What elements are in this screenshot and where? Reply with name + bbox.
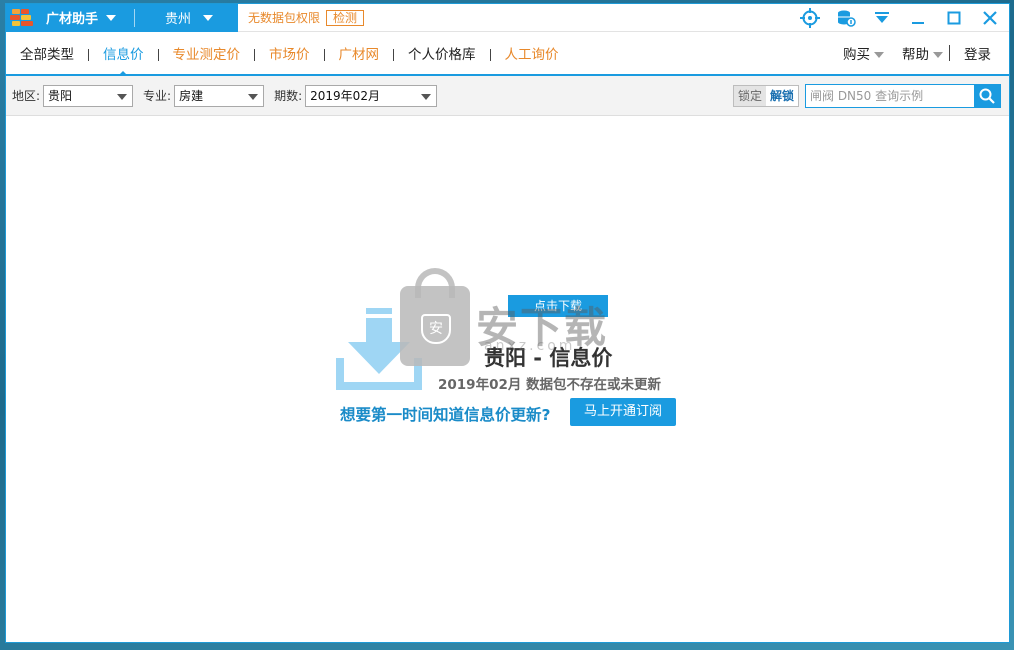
buy-menu[interactable]: 购买 (843, 43, 884, 63)
app-menu[interactable]: 广材助手 贵州 (6, 4, 238, 32)
content-area: 安 点击下载 安下载 贵阳 - 信息价 anxz.com 2019年02月 数据… (6, 118, 1009, 642)
nav-actions: 购买 帮助 登录 (843, 32, 991, 74)
help-label: 帮助 (902, 47, 929, 63)
minimize-icon[interactable] (907, 7, 929, 29)
period-filter-label: 期数: (274, 89, 303, 103)
tab-professional-price[interactable]: 专业测定价 (173, 43, 241, 63)
permission-status: 无数据包权限 (248, 11, 321, 25)
divider (949, 45, 950, 61)
period-select[interactable]: 2019年02月 (305, 84, 438, 107)
search-icon (979, 88, 995, 104)
chevron-down-icon (933, 52, 943, 58)
watermark-subtext: anxz.com (484, 338, 576, 354)
chevron-down-icon (106, 14, 117, 21)
region-select[interactable]: 贵阳 (43, 84, 134, 107)
subscribe-button[interactable]: 马上开通订阅 (570, 398, 676, 426)
region-filter-label: 地区: (12, 89, 41, 103)
title-bar: 广材助手 贵州 无数据包权限 检测 (6, 4, 1009, 32)
region-label: 贵州 (165, 12, 192, 27)
tab-personal-price-lib[interactable]: 个人价格库 (408, 43, 476, 63)
database-icon[interactable] (835, 7, 857, 29)
region-select-value: 贵阳 (48, 89, 73, 103)
major-select-value: 房建 (179, 89, 204, 103)
major-select[interactable]: 房建 (174, 84, 265, 107)
filter-bar: 地区: 贵阳 专业: 房建 期数: 2019年02月 锁定 解锁 (6, 76, 1009, 116)
unlock-button[interactable]: 解锁 (765, 86, 798, 106)
tab-market-price[interactable]: 市场价 (269, 43, 310, 63)
help-menu[interactable]: 帮助 (902, 43, 943, 63)
login-button[interactable]: 登录 (964, 43, 991, 63)
search-input[interactable] (806, 85, 974, 107)
chevron-down-icon (421, 93, 432, 100)
divider (323, 49, 325, 61)
app-logo-icon (10, 7, 36, 29)
chevron-down-icon (874, 52, 884, 58)
subscribe-prompt: 想要第一时间知道信息价更新? (340, 406, 551, 424)
divider (88, 49, 89, 61)
lock-toggle-group: 锁定 解锁 (732, 85, 799, 107)
buy-label: 购买 (843, 47, 870, 63)
divider (254, 49, 255, 61)
divider (157, 49, 159, 61)
lock-button[interactable]: 锁定 (733, 86, 766, 106)
tab-manual-inquiry[interactable]: 人工询价 (505, 43, 559, 63)
chevron-down-icon (248, 93, 259, 100)
maximize-icon[interactable] (943, 7, 965, 29)
window-controls (799, 4, 1001, 32)
search-button[interactable] (974, 85, 1000, 107)
dropdown-menu-icon[interactable] (871, 7, 893, 29)
divider (134, 8, 136, 27)
status-message: 2019年02月 数据包不存在或未更新 (438, 377, 662, 393)
period-select-value: 2019年02月 (310, 89, 380, 103)
tab-info-price[interactable]: 信息价 (103, 43, 144, 63)
divider (393, 49, 394, 61)
divider (489, 49, 491, 61)
search-box (805, 84, 1001, 108)
app-name: 广材助手 (46, 12, 99, 27)
check-button[interactable]: 检测 (326, 9, 365, 26)
major-filter-label: 专业: (143, 89, 172, 103)
app-window: 广材助手 贵州 无数据包权限 检测 全部类型 信息价 专业测定价 市场价 广材网… (5, 3, 1010, 643)
locate-icon[interactable] (799, 7, 821, 29)
watermark-shield-icon: 安 (421, 314, 451, 344)
chevron-down-icon (203, 14, 214, 21)
nav-bar: 全部类型 信息价 专业测定价 市场价 广材网 个人价格库 人工询价 购买 帮助 … (6, 32, 1009, 76)
chevron-down-icon (117, 93, 128, 100)
region-selector[interactable]: 贵州 (165, 8, 214, 27)
nav-tabs: 全部类型 信息价 专业测定价 市场价 广材网 个人价格库 人工询价 (20, 43, 559, 63)
close-icon[interactable] (979, 7, 1001, 29)
tab-all-types[interactable]: 全部类型 (20, 43, 74, 63)
tab-material-web[interactable]: 广材网 (339, 43, 380, 63)
